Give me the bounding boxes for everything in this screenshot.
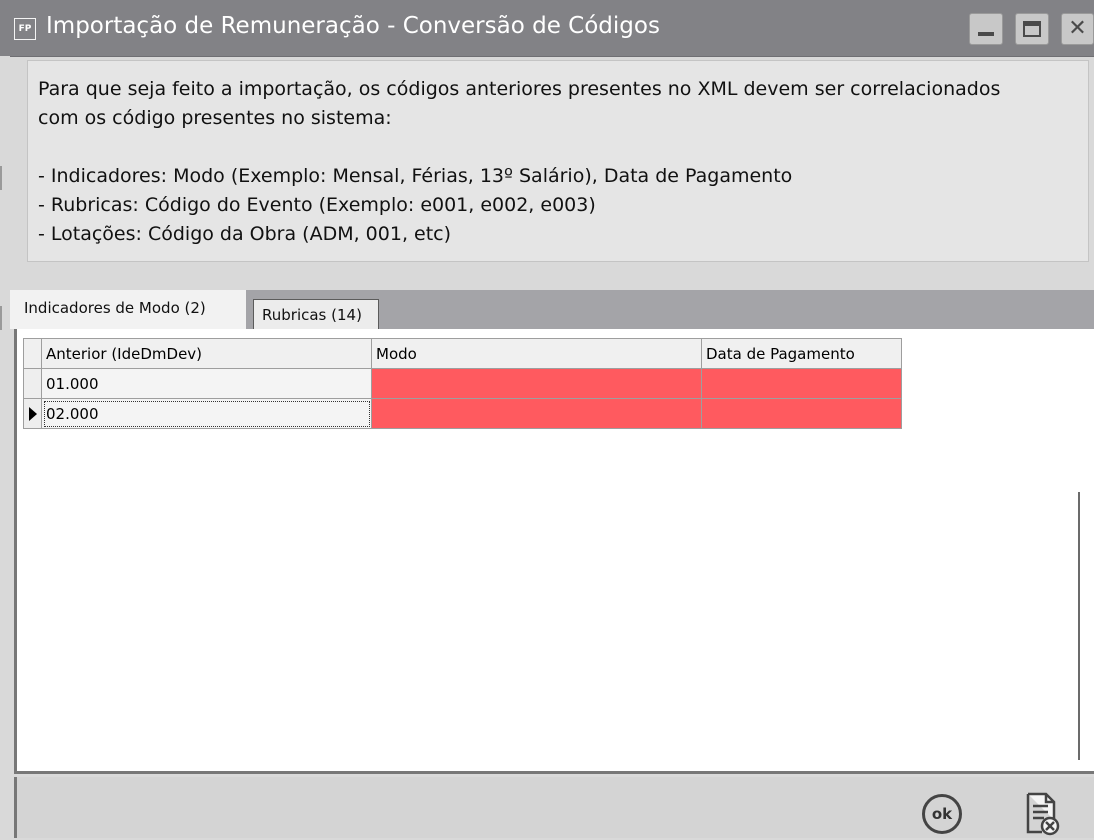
conversion-grid[interactable]: Anterior (IdeDmDev) Modo Data de Pagamen…	[23, 338, 902, 429]
row-indicator-header	[23, 338, 42, 369]
instructions-panel: Para que seja feito a importação, os cód…	[27, 60, 1089, 262]
app-icon: FP	[14, 18, 36, 40]
column-header-anterior[interactable]: Anterior (IdeDmDev)	[41, 338, 372, 369]
grid-header-row: Anterior (IdeDmDev) Modo Data de Pagamen…	[23, 338, 902, 369]
tab-rubricas[interactable]: Rubricas (14)	[253, 299, 379, 329]
close-button[interactable]: ✕	[1061, 13, 1094, 45]
column-header-data-pagamento[interactable]: Data de Pagamento	[701, 338, 902, 369]
data-pagamento-cell[interactable]	[701, 398, 902, 429]
instruction-line: Para que seja feito a importação, os cód…	[38, 78, 1001, 100]
window-title: Importação de Remuneração - Conversão de…	[46, 13, 660, 39]
table-row[interactable]: 01.000	[23, 368, 902, 399]
title-bar[interactable]: FP Importação de Remuneração - Conversão…	[0, 0, 1094, 57]
modo-cell[interactable]	[371, 368, 702, 399]
minimize-icon	[978, 32, 994, 36]
cancel-button[interactable]	[1024, 792, 1062, 836]
instruction-line: - Indicadores: Modo (Exemplo: Mensal, Fé…	[38, 165, 793, 187]
column-header-modo[interactable]: Modo	[371, 338, 702, 369]
instruction-line: - Rubricas: Código do Evento (Exemplo: e…	[38, 194, 596, 216]
ok-icon: ok	[931, 805, 953, 823]
tab-indicadores-de-modo[interactable]: Indicadores de Modo (2)	[10, 290, 246, 329]
row-indicator[interactable]	[23, 398, 42, 429]
tab-strip: Indicadores de Modo (2) Rubricas (14)	[10, 290, 1094, 329]
maximize-icon	[1023, 21, 1041, 37]
edge-mark	[0, 166, 2, 190]
current-row-pointer-icon	[29, 407, 37, 421]
minimize-button[interactable]	[969, 13, 1003, 45]
window-left-edge	[0, 56, 10, 838]
vertical-scrollbar[interactable]	[1078, 492, 1080, 760]
maximize-button[interactable]	[1015, 13, 1049, 45]
modo-cell[interactable]	[371, 398, 702, 429]
ok-button[interactable]: ok	[922, 794, 962, 834]
instruction-line: com os código presentes no sistema:	[38, 107, 392, 129]
data-pagamento-cell[interactable]	[701, 368, 902, 399]
close-icon: ✕	[1068, 16, 1087, 41]
table-row[interactable]: 02.000	[23, 398, 902, 429]
instruction-line: - Lotações: Código da Obra (ADM, 001, et…	[38, 223, 452, 245]
anterior-cell[interactable]: 02.000	[41, 398, 372, 429]
edge-mark	[0, 306, 2, 330]
instruction-spacer	[38, 133, 1078, 162]
anterior-cell[interactable]: 01.000	[41, 368, 372, 399]
cancel-document-icon	[1026, 792, 1060, 836]
row-indicator[interactable]	[23, 368, 42, 399]
